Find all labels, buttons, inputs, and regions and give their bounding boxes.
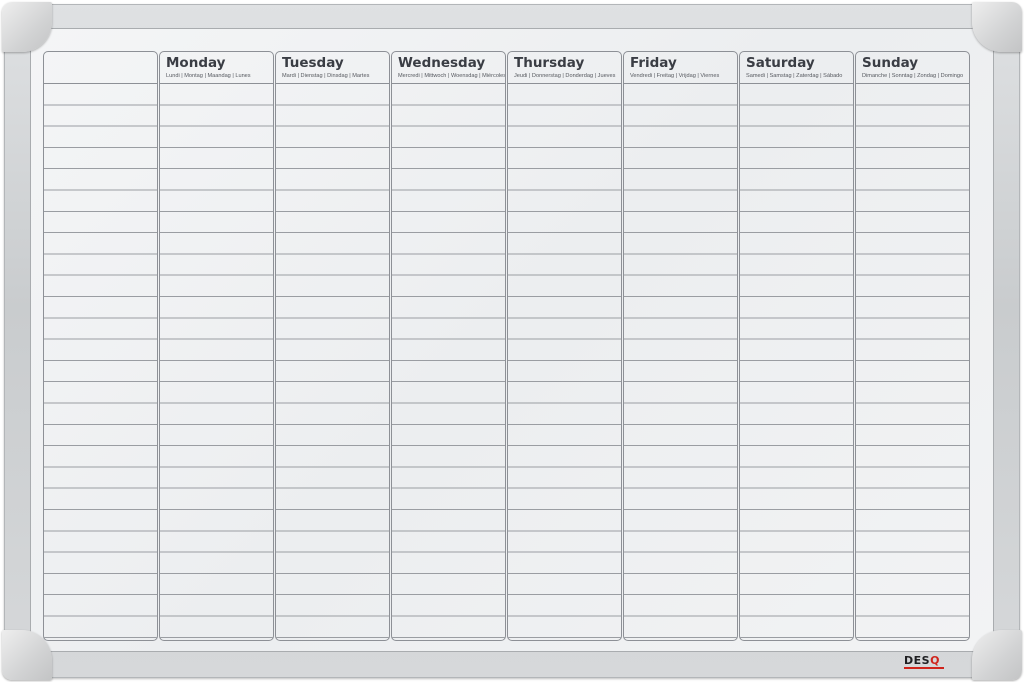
writing-rows xyxy=(44,84,157,640)
column-monday: Monday Lundi | Montag | Maandag | Lunes xyxy=(159,51,274,641)
column-header: Sunday Dimanche | Sonntag | Zondag | Dom… xyxy=(856,52,969,84)
day-translations: Dimanche | Sonntag | Zondag | Domingo xyxy=(862,73,964,79)
writing-rows xyxy=(740,84,853,640)
column-thursday: Thursday Jeudi | Donnerstag | Donderdag … xyxy=(507,51,622,641)
day-translations: Mercredi | Mittwoch | Woensdag | Miércol… xyxy=(398,73,505,79)
writing-rows xyxy=(624,84,737,640)
column-header: Tuesday Mardi | Dienstag | Dinsdag | Mar… xyxy=(276,52,389,84)
writing-rows xyxy=(160,84,273,640)
writing-rows xyxy=(856,84,969,640)
column-header xyxy=(44,52,157,84)
column-tuesday: Tuesday Mardi | Dienstag | Dinsdag | Mar… xyxy=(275,51,390,641)
column-header: Friday Vendredi | Freitag | Vrijdag | Vi… xyxy=(624,52,737,84)
column-wednesday: Wednesday Mercredi | Mittwoch | Woensdag… xyxy=(391,51,506,641)
logo-accent-text: Q xyxy=(930,654,940,667)
day-translations: Samedi | Samstag | Zaterdag | Sábado xyxy=(746,73,843,79)
column-friday: Friday Vendredi | Freitag | Vrijdag | Vi… xyxy=(623,51,738,641)
weekly-planner-grid: Monday Lundi | Montag | Maandag | Lunes … xyxy=(43,51,970,641)
column-header: Monday Lundi | Montag | Maandag | Lunes xyxy=(160,52,273,84)
writing-rows xyxy=(508,84,621,640)
day-translations: Vendredi | Freitag | Vrijdag | Viernes xyxy=(630,73,720,79)
column-sunday: Sunday Dimanche | Sonntag | Zondag | Dom… xyxy=(855,51,970,641)
day-translations: Jeudi | Donnerstag | Donderdag | Jueves xyxy=(514,73,616,79)
day-translations: Lundi | Montag | Maandag | Lunes xyxy=(166,73,251,79)
day-name: Thursday xyxy=(514,55,585,71)
day-name: Monday xyxy=(166,55,226,71)
column-notes xyxy=(43,51,158,641)
day-name: Saturday xyxy=(746,55,815,71)
day-name: Sunday xyxy=(862,55,919,71)
day-name: Friday xyxy=(630,55,677,71)
logo-underline xyxy=(904,667,944,669)
writing-rows xyxy=(276,84,389,640)
column-saturday: Saturday Samedi | Samstag | Zaterdag | S… xyxy=(739,51,854,641)
day-name: Wednesday xyxy=(398,55,486,71)
column-header: Thursday Jeudi | Donnerstag | Donderdag … xyxy=(508,52,621,84)
column-header: Saturday Samedi | Samstag | Zaterdag | S… xyxy=(740,52,853,84)
brand-logo: DESQ xyxy=(904,655,940,667)
logo-main-text: DES xyxy=(904,654,931,667)
day-name: Tuesday xyxy=(282,55,344,71)
writing-rows xyxy=(392,84,505,640)
day-translations: Mardi | Dienstag | Dinsdag | Martes xyxy=(282,73,370,79)
column-header: Wednesday Mercredi | Mittwoch | Woensdag… xyxy=(392,52,505,84)
